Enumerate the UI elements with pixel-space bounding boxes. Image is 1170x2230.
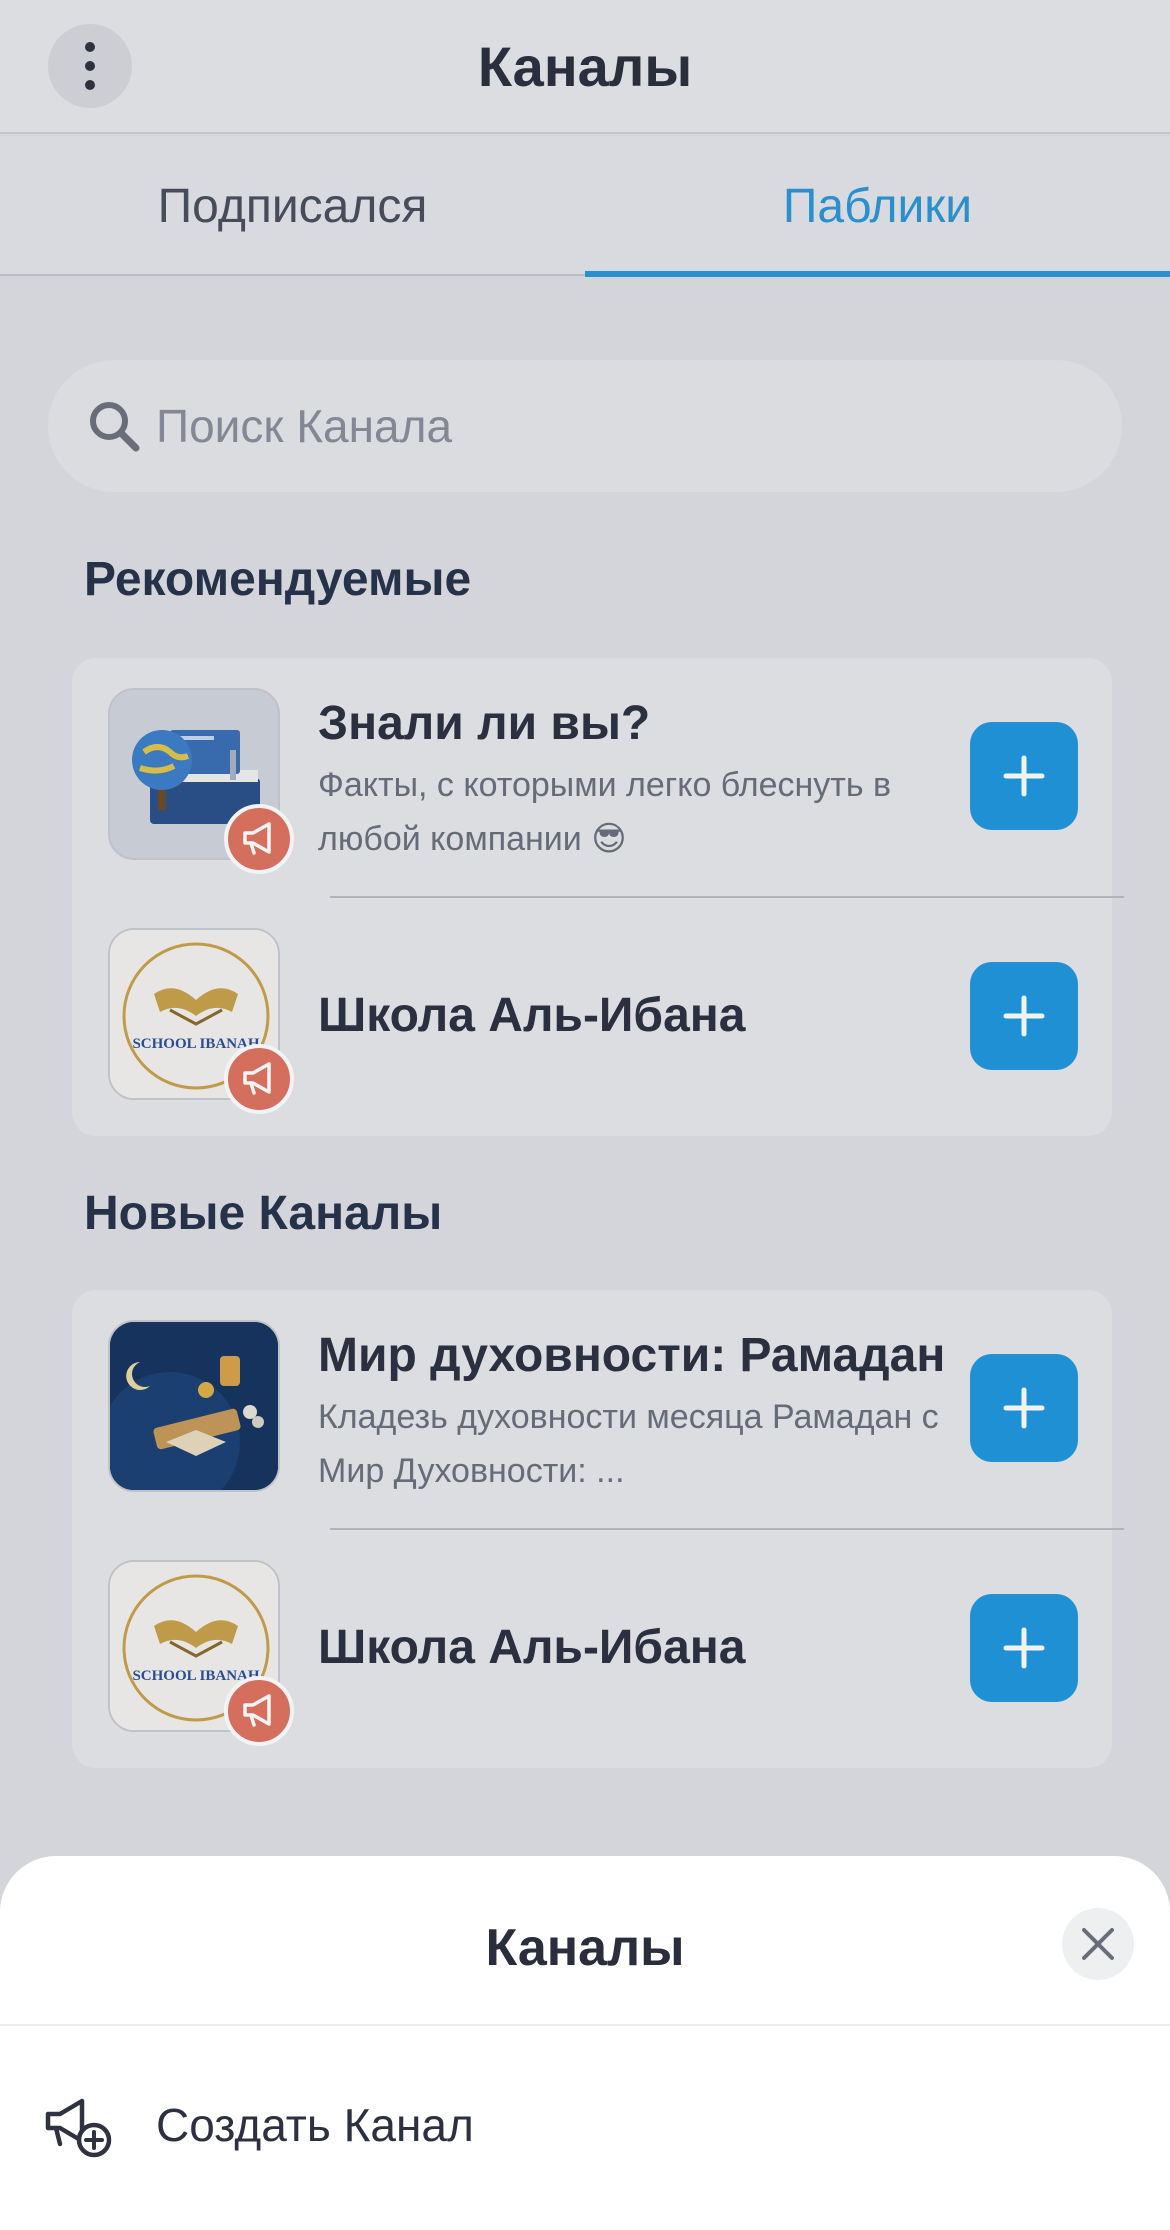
channel-title: Мир духовности: Рамадан [318,1329,946,1382]
search-bar[interactable] [48,360,1122,492]
tab-public[interactable]: Паблики [585,136,1170,276]
tab-subscribed[interactable]: Подписался [0,136,585,276]
plus-icon [1003,995,1045,1037]
add-channel-button[interactable] [970,962,1078,1070]
ramadan-night-image [110,1322,278,1490]
megaphone-icon [243,822,271,855]
megaphone-icon [243,1062,271,1095]
plus-icon [1003,1627,1045,1669]
sheet-title: Каналы [485,1919,685,1977]
channel-row[interactable]: SCHOOL IBANAH Школа Аль-Ибана [72,1530,1112,1770]
page-title: Каналы [477,35,693,98]
plus-icon [1003,1387,1045,1429]
top-bar: Каналы [0,0,1170,134]
add-channel-button[interactable] [970,1594,1078,1702]
channel-avatar [108,1320,280,1492]
channel-row[interactable]: Знали ли вы? Факты, с которыми легко бле… [72,658,1112,898]
channel-description: Кладезь духовности месяца Рамадан с Мир … [318,1398,939,1490]
new-channels-card: Мир духовности: Рамадан Кладезь духовнос… [72,1290,1124,1770]
section-title-new: Новые Каналы [84,1187,443,1240]
channel-title: Школа Аль-Ибана [318,989,746,1042]
active-tab-indicator [585,271,1170,277]
search-input[interactable] [156,360,1096,492]
close-icon [1082,1928,1114,1960]
plus-icon [1003,755,1045,797]
channel-badge [224,804,294,874]
channel-row[interactable]: Мир духовности: Рамадан Кладезь духовнос… [72,1290,1112,1530]
create-channel-label: Создать Канал [156,2099,474,2151]
create-channel-item[interactable]: Создать Канал [0,2028,1170,2228]
close-sheet-button[interactable] [1062,1908,1134,1980]
channel-row[interactable]: SCHOOL IBANAH Школа Аль-Ибана [72,898,1112,1138]
channel-description: Факты, с которыми легко блеснуть в любой… [318,766,892,858]
section-title-recommended: Рекомендуемые [84,553,472,606]
channel-title: Знали ли вы? [318,697,651,750]
add-channel-button[interactable] [970,722,1078,830]
channel-badge [224,1676,294,1746]
recommended-card: Знали ли вы? Факты, с которыми легко бле… [72,658,1124,1138]
megaphone-icon [243,1694,271,1727]
megaphone-plus-icon [45,2098,112,2158]
search-icon [90,402,140,452]
sheet-divider [0,2024,1170,2026]
bottom-sheet: Каналы Создать Канал [0,1856,1170,2230]
channel-title: Школа Аль-Ибана [318,1621,746,1674]
add-channel-button[interactable] [970,1354,1078,1462]
channel-badge [224,1044,294,1114]
tab-bar: Подписался Паблики [0,136,1170,277]
